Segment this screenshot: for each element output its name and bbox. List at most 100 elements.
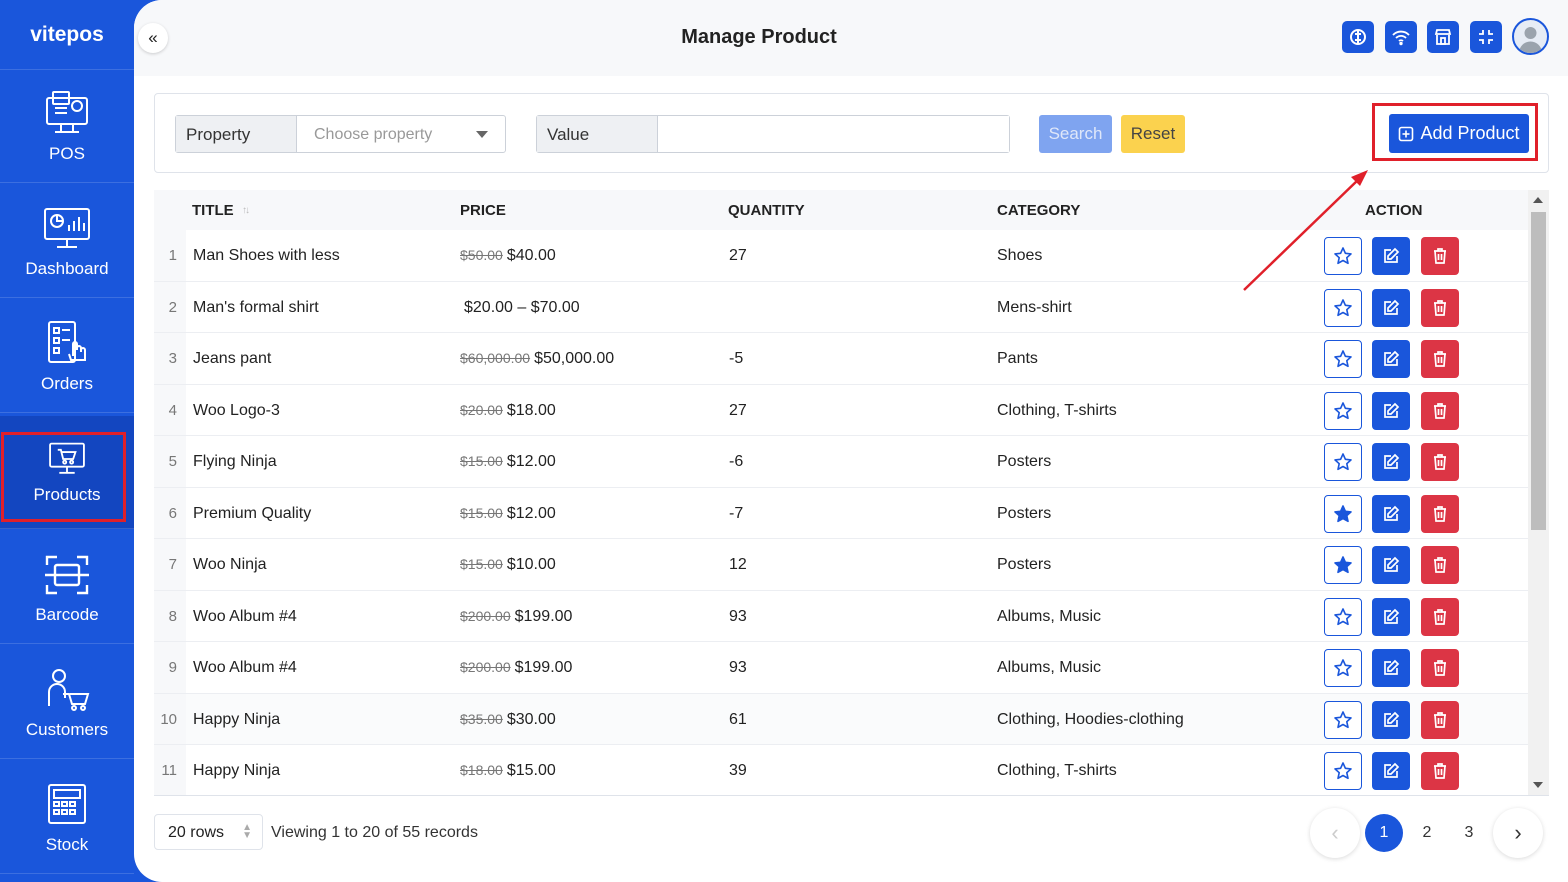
- sidebar-item-customers[interactable]: Customers: [0, 646, 134, 759]
- product-price-cell: $50.00 $40.00: [460, 247, 556, 265]
- edit-button[interactable]: [1372, 443, 1410, 481]
- current-price: $18.00: [506, 401, 556, 419]
- sidebar-item-barcode[interactable]: Barcode: [0, 531, 134, 644]
- favorite-button[interactable]: [1324, 391, 1362, 430]
- delete-button[interactable]: [1421, 546, 1459, 584]
- product-quantity: 39: [729, 762, 747, 779]
- favorite-button[interactable]: [1324, 597, 1362, 636]
- delete-button[interactable]: [1421, 700, 1459, 739]
- store-icon: [1434, 29, 1452, 45]
- scroll-thumb[interactable]: [1531, 212, 1546, 530]
- favorite-button[interactable]: [1324, 546, 1362, 584]
- current-price: $12.00: [506, 453, 556, 470]
- edit-button[interactable]: [1372, 340, 1410, 378]
- sidebar-item-products[interactable]: Products: [0, 416, 134, 529]
- row-index: 11: [154, 745, 186, 795]
- column-action: ACTION: [1365, 202, 1423, 219]
- sync-button[interactable]: [1342, 21, 1374, 53]
- edit-icon: [1384, 556, 1400, 572]
- delete-button[interactable]: [1421, 443, 1459, 481]
- scroll-up-arrow-icon[interactable]: [1533, 197, 1543, 203]
- edit-button[interactable]: [1372, 494, 1410, 533]
- value-input[interactable]: [658, 116, 1009, 152]
- old-price: $200.00: [460, 659, 511, 675]
- old-price: $50.00: [460, 247, 503, 263]
- sidebar-item-label: Stock: [45, 835, 89, 854]
- sidebar-item-dashboard[interactable]: Dashboard: [0, 185, 134, 298]
- sort-icon[interactable]: ↑↓: [242, 205, 250, 216]
- product-category: Posters: [997, 453, 1052, 470]
- sidebar-item-stock[interactable]: Stock: [0, 761, 134, 874]
- edit-button[interactable]: [1372, 391, 1410, 430]
- page-1-button[interactable]: 1: [1365, 814, 1403, 852]
- value-filter: Value: [536, 115, 1010, 153]
- next-page-button[interactable]: ›: [1493, 808, 1543, 858]
- fullscreen-exit-button[interactable]: [1470, 21, 1502, 53]
- sidebar-item-orders[interactable]: Orders: [0, 300, 134, 413]
- edit-button[interactable]: [1372, 752, 1410, 790]
- favorite-button[interactable]: [1324, 649, 1362, 687]
- favorite-button[interactable]: [1324, 237, 1362, 275]
- product-price-cell: $15.00 $10.00: [460, 556, 556, 574]
- favorite-button[interactable]: [1324, 340, 1362, 378]
- delete-button[interactable]: [1421, 494, 1459, 533]
- property-filter: Property Choose property: [175, 115, 506, 153]
- old-price: $60,000.00: [460, 350, 531, 366]
- chevron-right-icon: ›: [1514, 820, 1522, 845]
- old-price: $15.00: [460, 453, 503, 469]
- edit-button[interactable]: [1372, 597, 1410, 636]
- delete-button[interactable]: [1421, 752, 1459, 790]
- chevron-left-icon: ‹: [1331, 820, 1339, 845]
- current-price: $10.00: [506, 556, 556, 573]
- page-title: Manage Product: [681, 26, 837, 48]
- delete-button[interactable]: [1421, 288, 1459, 327]
- star-outline-icon: [1334, 298, 1352, 316]
- table-header: TITLE ↑↓ PRICE QUANTITY CATEGORY ACTION: [154, 190, 1528, 230]
- trash-icon: [1434, 299, 1446, 316]
- old-price: $15.00: [460, 556, 503, 572]
- sidebar-item-pos[interactable]: POS: [0, 70, 134, 183]
- edit-icon: [1384, 711, 1400, 727]
- delete-button[interactable]: [1421, 391, 1459, 430]
- scroll-down-arrow-icon[interactable]: [1533, 782, 1543, 788]
- table-row: 11 Happy Ninja $18.00 $15.00 39 Clothing, T-s…: [154, 745, 1528, 795]
- product-title: Jeans pant: [193, 350, 272, 367]
- favorite-button[interactable]: [1324, 494, 1362, 533]
- row-index: 6: [154, 487, 186, 538]
- products-highlight-box: [1, 432, 126, 522]
- edit-button[interactable]: [1372, 700, 1410, 739]
- column-title[interactable]: TITLE: [192, 202, 234, 219]
- table-scrollbar[interactable]: [1528, 190, 1549, 795]
- delete-button[interactable]: [1421, 237, 1459, 275]
- property-select[interactable]: Choose property: [297, 116, 505, 152]
- page-2-button[interactable]: 2: [1408, 814, 1446, 852]
- previous-page-button[interactable]: ‹: [1310, 808, 1360, 858]
- store-button[interactable]: [1427, 21, 1459, 53]
- delete-button[interactable]: [1421, 597, 1459, 636]
- favorite-button[interactable]: [1324, 700, 1362, 739]
- favorite-button[interactable]: [1324, 752, 1362, 790]
- wifi-button[interactable]: [1385, 21, 1417, 53]
- product-title: Man Shoes with less: [193, 247, 340, 264]
- favorite-button[interactable]: [1324, 288, 1362, 327]
- edit-button[interactable]: [1372, 288, 1410, 327]
- brand-logo: vitepos: [0, 0, 134, 70]
- table-row: 7 Woo Ninja $15.00 $10.00 12 Posters: [154, 539, 1528, 591]
- delete-button[interactable]: [1421, 649, 1459, 687]
- delete-button[interactable]: [1421, 340, 1459, 378]
- favorite-button[interactable]: [1324, 443, 1362, 481]
- trash-icon: [1434, 660, 1446, 676]
- reset-button[interactable]: Reset: [1121, 115, 1185, 153]
- rows-per-page-select[interactable]: 20 rows ▲ ▼: [154, 814, 263, 850]
- search-button[interactable]: Search: [1039, 115, 1112, 153]
- add-product-button[interactable]: Add Product: [1389, 114, 1529, 153]
- user-avatar[interactable]: [1512, 18, 1549, 55]
- product-title: Woo Logo-3: [193, 401, 280, 419]
- edit-icon: [1384, 505, 1400, 521]
- product-quantity: -6: [729, 453, 744, 470]
- page-3-button[interactable]: 3: [1450, 814, 1488, 852]
- edit-button[interactable]: [1372, 649, 1410, 687]
- product-category: Clothing, Hoodies-clothing: [997, 710, 1184, 728]
- edit-button[interactable]: [1372, 546, 1410, 584]
- edit-button[interactable]: [1372, 237, 1410, 275]
